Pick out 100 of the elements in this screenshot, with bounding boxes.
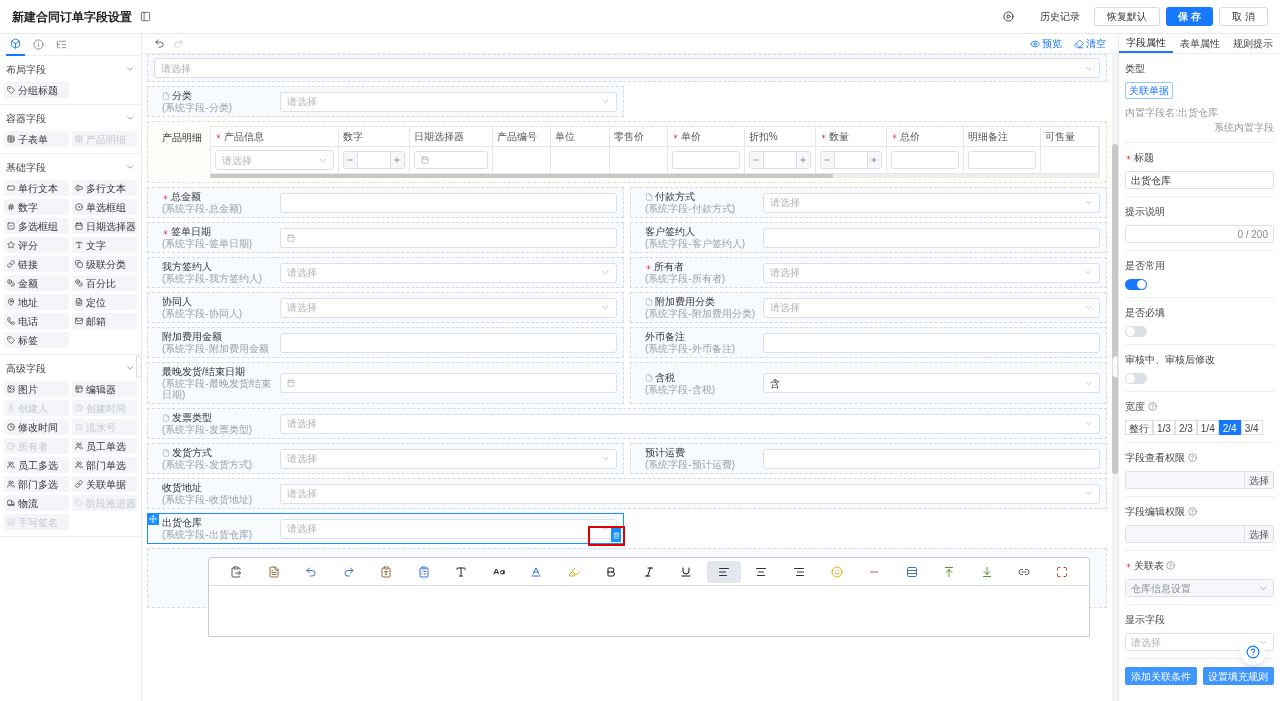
header-button[interactable]: 取 消 xyxy=(1219,7,1268,26)
number-stepper[interactable] xyxy=(748,151,811,169)
field-type-item[interactable]: 部门单选 xyxy=(72,457,137,473)
width-option[interactable]: 2/3 xyxy=(1174,420,1197,435)
width-option[interactable]: 1/3 xyxy=(1153,420,1175,435)
field-type-item[interactable]: 评分 xyxy=(4,237,69,253)
form-field[interactable]: 客户签约人 (系统字段-客户签约人) xyxy=(630,222,1107,253)
field-type-item[interactable]: 图片 xyxy=(4,381,69,397)
field-type-item[interactable]: 百分比 xyxy=(72,275,137,291)
field-type-item[interactable]: 级联分类 xyxy=(72,256,137,272)
chevron-down-icon[interactable] xyxy=(125,113,135,123)
toggle-switch[interactable] xyxy=(1125,279,1147,290)
chevron-down-icon[interactable] xyxy=(125,363,135,373)
width-option[interactable]: 1/4 xyxy=(1196,420,1219,435)
field-type-item[interactable]: 分组标题 xyxy=(4,82,69,98)
field-type-item[interactable]: 单选框组 xyxy=(72,199,137,215)
chevron-down-icon[interactable] xyxy=(125,162,135,172)
form-field[interactable]: 附加费用分类 (系统字段-附加费用分类) 请选择 xyxy=(630,292,1107,323)
form-field[interactable]: 协同人 (系统字段-协同人) 请选择 xyxy=(147,292,624,323)
panel-tab[interactable]: 规则提示 xyxy=(1226,34,1280,53)
field-type-item[interactable]: 修改时间 xyxy=(4,419,69,435)
form-field[interactable]: 所有者 (系统字段-所有者) 请选择 xyxy=(630,257,1107,288)
input-field[interactable] xyxy=(671,151,740,169)
form-field[interactable]: 收货地址 (系统字段-收货地址) 请选择 xyxy=(147,478,1107,509)
delete-button[interactable] xyxy=(611,528,621,542)
form-field[interactable]: 发货方式 (系统字段-发货方式) 请选择 xyxy=(147,443,624,474)
form-field[interactable]: 外币备注 (系统字段-外币备注) xyxy=(630,327,1107,358)
title-input[interactable]: 出货仓库 xyxy=(1125,171,1274,189)
date-field[interactable] xyxy=(280,227,617,248)
toggle-switch[interactable] xyxy=(1125,373,1147,384)
permission-field[interactable] xyxy=(1125,471,1245,489)
form-field[interactable]: 签单日期 (系统字段-签单日期) xyxy=(147,222,624,253)
preview-button[interactable]: 预览 xyxy=(1030,36,1062,51)
date-field[interactable] xyxy=(413,151,489,169)
field-type-item[interactable]: 员工多选 xyxy=(4,457,69,473)
header-button[interactable]: 恢复默认 xyxy=(1094,7,1161,26)
help-button[interactable] xyxy=(1240,639,1266,665)
field-type-item[interactable]: 日期选择器 xyxy=(72,218,137,234)
width-option[interactable]: 2/4 xyxy=(1218,420,1241,435)
history-link[interactable]: 历史记录 xyxy=(1032,9,1089,24)
hint-input[interactable]: 0 / 200 xyxy=(1125,225,1274,243)
form-field[interactable]: 总金额 (系统字段-总金额) xyxy=(147,187,624,218)
panel-tab[interactable]: 字段属性 xyxy=(1119,34,1173,53)
layout-icon[interactable] xyxy=(140,11,151,22)
chevron-down-icon[interactable] xyxy=(125,64,135,74)
number-stepper[interactable] xyxy=(342,151,405,169)
panel-tab[interactable]: 表单属性 xyxy=(1172,34,1227,53)
field-type-item[interactable]: 子表单 xyxy=(4,131,69,147)
input-field[interactable] xyxy=(967,151,1036,169)
field-type-item[interactable]: 单行文本 xyxy=(4,180,69,196)
vertical-scrollbar[interactable] xyxy=(1112,144,1118,474)
width-option[interactable]: 3/4 xyxy=(1240,420,1263,435)
form-field[interactable]: 付款方式 (系统字段-付款方式) 请选择 xyxy=(630,187,1107,218)
form-field[interactable]: 分类 (系统字段-分类) 请选择 xyxy=(147,86,624,117)
field-type-item[interactable]: 多行文本 xyxy=(72,180,137,196)
field-type-item[interactable]: 关联单据 xyxy=(72,476,137,492)
permission-field[interactable] xyxy=(1125,525,1245,543)
width-option[interactable]: 整行 xyxy=(1125,420,1153,435)
collapse-left-handle[interactable] xyxy=(136,356,142,378)
form-field[interactable]: 最晚发货/结束日期 (系统字段-最晚发货/结束日期) xyxy=(147,362,624,404)
input-field[interactable] xyxy=(763,227,1100,248)
field-type-item[interactable]: 地址 xyxy=(4,294,69,310)
field-type-item[interactable]: 数字 xyxy=(4,199,69,215)
save-button[interactable]: 保 存 xyxy=(1166,7,1214,26)
field-type-item[interactable]: 定位 xyxy=(72,294,137,310)
choose-button[interactable]: 选择 xyxy=(1245,471,1274,489)
form-field[interactable]: 附加费用金额 (系统字段-附加费用金额 xyxy=(147,327,624,358)
input-field[interactable] xyxy=(280,192,617,213)
horizontal-scrollbar[interactable] xyxy=(210,174,833,178)
field-type-item[interactable]: 电话 xyxy=(4,313,69,329)
date-field[interactable] xyxy=(280,373,617,393)
number-stepper[interactable] xyxy=(819,151,882,169)
choose-button[interactable]: 选择 xyxy=(1245,525,1274,543)
align-left-tool[interactable] xyxy=(706,560,742,583)
field-type-item[interactable]: 邮箱 xyxy=(72,313,137,329)
input-field[interactable] xyxy=(890,151,959,169)
field-type-item[interactable]: 链接 xyxy=(4,256,69,272)
field-type-item[interactable]: 标签 xyxy=(4,332,69,348)
input-field[interactable] xyxy=(763,332,1100,353)
field-type-item[interactable]: 编辑器 xyxy=(72,381,137,397)
input-field[interactable] xyxy=(280,332,617,353)
toggle-switch[interactable] xyxy=(1125,326,1147,337)
field-type-item[interactable]: 部门多选 xyxy=(4,476,69,492)
clear-button[interactable]: 清空 xyxy=(1074,36,1106,51)
form-field[interactable]: 出货仓库 (系统字段-出货仓库) 请选择 xyxy=(147,513,624,544)
form-field[interactable]: 发票类型 (系统字段-发票类型) 请选择 xyxy=(147,408,1107,439)
form-field[interactable]: 预计运费 (系统字段-预计运费) xyxy=(630,443,1107,474)
form-field[interactable]: 含税 (系统字段-含税) 含 xyxy=(630,362,1107,404)
field-type-item[interactable]: 文字 xyxy=(72,237,137,253)
form-field[interactable]: 我方签约人 (系统字段-我方签约人) 请选择 xyxy=(147,257,624,288)
collapse-right-handle[interactable] xyxy=(1112,356,1118,378)
field-type-item[interactable]: 多选框组 xyxy=(4,218,69,234)
field-type-item[interactable]: 金额 xyxy=(4,275,69,291)
move-handle[interactable] xyxy=(147,513,159,525)
field-type-item[interactable]: 员工单选 xyxy=(72,438,137,454)
input-field[interactable] xyxy=(763,448,1100,469)
select-field[interactable]: 含 xyxy=(763,373,1100,393)
field-type-item[interactable]: 物流 xyxy=(4,495,69,511)
undo-icon[interactable] xyxy=(154,38,165,49)
play-icon[interactable] xyxy=(1003,11,1015,22)
